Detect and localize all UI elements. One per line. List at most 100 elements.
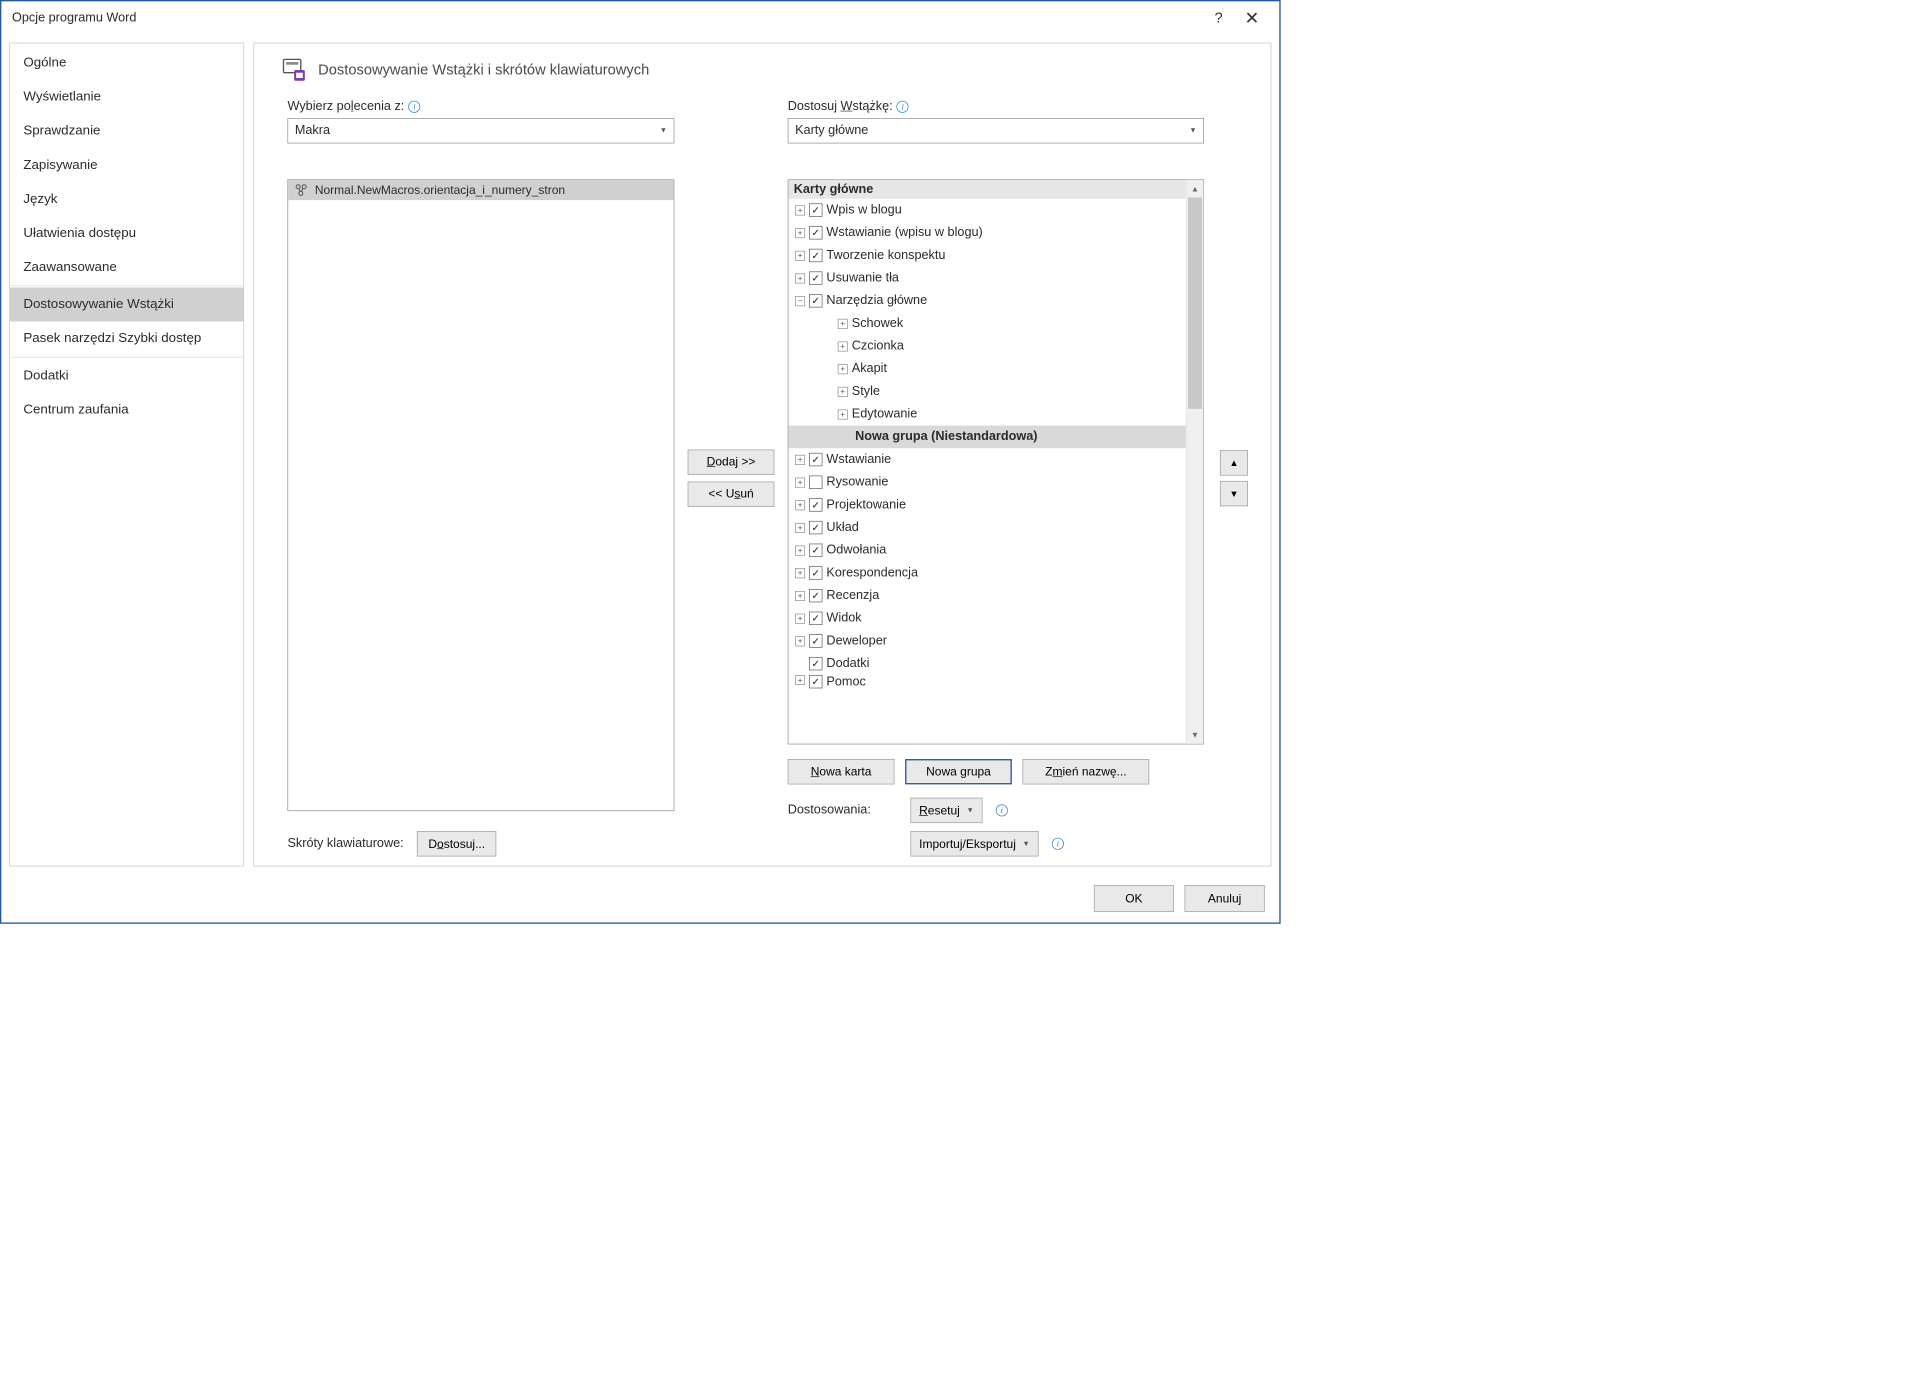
expander-icon[interactable]: + xyxy=(838,387,848,397)
checkbox[interactable]: ✓ xyxy=(809,544,822,557)
sidebar-item[interactable]: Sprawdzanie xyxy=(10,114,243,148)
info-icon[interactable]: i xyxy=(1052,838,1064,850)
checkbox[interactable]: ✓ xyxy=(809,612,822,625)
checkbox[interactable]: ✓ xyxy=(809,589,822,602)
tree-row[interactable]: ✓Dodatki xyxy=(788,652,1186,675)
rename-button[interactable]: Zmień nazwę... xyxy=(1023,759,1150,784)
sidebar-item[interactable]: Ułatwienia dostępu xyxy=(10,216,243,250)
sidebar-item[interactable]: Centrum zaufania xyxy=(10,393,243,427)
cancel-button[interactable]: Anuluj xyxy=(1185,885,1265,912)
tree-row[interactable]: +✓Widok xyxy=(788,607,1186,630)
expander-icon[interactable]: + xyxy=(795,477,805,487)
info-icon[interactable]: i xyxy=(996,804,1008,816)
tree-row[interactable]: +Edytowanie xyxy=(788,403,1186,426)
sidebar-item[interactable]: Język xyxy=(10,182,243,216)
tree-row[interactable]: +✓Pomoc xyxy=(788,675,1186,690)
reset-dropdown-button[interactable]: Resetuj xyxy=(910,798,982,823)
tree-row[interactable]: +✓Wpis w blogu xyxy=(788,199,1186,222)
tree-row[interactable]: +Rysowanie xyxy=(788,471,1186,494)
sidebar-item[interactable]: Dodatki xyxy=(10,359,243,393)
tree-row[interactable]: +✓Wstawianie xyxy=(788,448,1186,471)
checkbox[interactable]: ✓ xyxy=(809,566,822,579)
expander-icon[interactable]: + xyxy=(795,273,805,283)
checkbox[interactable]: ✓ xyxy=(809,521,822,534)
scroll-track[interactable] xyxy=(1187,197,1204,726)
tree-row[interactable]: +✓Korespondencja xyxy=(788,562,1186,585)
add-button[interactable]: Dodaj >> xyxy=(688,449,775,474)
expander-icon[interactable]: + xyxy=(795,613,805,623)
scroll-up-button[interactable]: ▲ xyxy=(1187,180,1204,197)
new-group-button[interactable]: Nowa grupa xyxy=(905,759,1012,784)
checkbox[interactable]: ✓ xyxy=(809,203,822,216)
info-icon[interactable]: i xyxy=(408,101,420,113)
tree-row[interactable]: +✓Odwołania xyxy=(788,539,1186,562)
expander-icon[interactable]: + xyxy=(838,409,848,419)
commands-listbox[interactable]: Normal.NewMacros.orientacja_i_numery_str… xyxy=(287,179,674,811)
sidebar-item[interactable]: Dostosowywanie Wstążki xyxy=(10,287,243,321)
tree-row[interactable]: +Schowek xyxy=(788,312,1186,335)
tree-row[interactable]: + ✓ Układ xyxy=(788,516,1186,539)
ribbon-tree[interactable]: Karty główne+✓Wpis w blogu+✓Wstawianie (… xyxy=(788,180,1186,744)
sidebar-item[interactable]: Wyświetlanie xyxy=(10,80,243,114)
expander-icon[interactable]: + xyxy=(795,500,805,510)
checkbox[interactable]: ✓ xyxy=(809,249,822,262)
expander-icon[interactable]: + xyxy=(795,568,805,578)
remove-button[interactable]: << Usuń xyxy=(688,481,775,506)
scrollbar[interactable]: ▲ ▼ xyxy=(1186,180,1203,744)
tree-row-label: Usuwanie tła xyxy=(826,271,899,286)
expander-icon[interactable]: + xyxy=(795,591,805,601)
checkbox[interactable]: ✓ xyxy=(809,634,822,647)
checkbox[interactable]: ✓ xyxy=(809,498,822,511)
customize-ribbon-dropdown[interactable]: Karty główne xyxy=(788,118,1204,143)
expander-icon[interactable]: + xyxy=(838,318,848,328)
expander-icon[interactable]: + xyxy=(838,341,848,351)
import-export-dropdown-button[interactable]: Importuj/Eksportuj xyxy=(910,831,1038,856)
tree-row[interactable]: Nowa grupa (Niestandardowa) xyxy=(788,426,1186,449)
new-tab-button[interactable]: Nowa karta xyxy=(788,759,895,784)
tree-row-label: Układ xyxy=(826,520,858,535)
scroll-thumb[interactable] xyxy=(1188,197,1202,409)
expander-icon[interactable]: + xyxy=(795,636,805,646)
help-button[interactable]: ? xyxy=(1202,5,1235,32)
move-down-button[interactable]: ▼ xyxy=(1220,481,1248,506)
checkbox[interactable] xyxy=(809,476,822,489)
ok-button[interactable]: OK xyxy=(1094,885,1174,912)
tree-row-label: Czcionka xyxy=(852,339,904,354)
checkbox[interactable]: ✓ xyxy=(809,294,822,307)
expander-icon[interactable]: + xyxy=(795,675,805,685)
tree-row[interactable]: +✓Deweloper xyxy=(788,630,1186,653)
sidebar-item[interactable]: Zaawansowane xyxy=(10,250,243,284)
tree-row[interactable]: +Akapit xyxy=(788,358,1186,381)
tree-row[interactable]: + ✓ Usuwanie tła xyxy=(788,267,1186,290)
info-icon[interactable]: i xyxy=(897,101,909,113)
checkbox[interactable]: ✓ xyxy=(809,271,822,284)
move-up-button[interactable]: ▲ xyxy=(1220,450,1248,475)
expander-icon[interactable]: + xyxy=(838,364,848,374)
scroll-down-button[interactable]: ▼ xyxy=(1187,726,1204,743)
command-item[interactable]: Normal.NewMacros.orientacja_i_numery_str… xyxy=(288,180,674,200)
checkbox[interactable]: ✓ xyxy=(809,453,822,466)
close-button[interactable]: ✕ xyxy=(1235,5,1268,32)
expander-icon[interactable]: + xyxy=(795,455,805,465)
tree-row[interactable]: +✓Wstawianie (wpisu w blogu) xyxy=(788,221,1186,244)
tree-row[interactable]: +✓Projektowanie xyxy=(788,494,1186,517)
checkbox[interactable]: ✓ xyxy=(809,657,822,670)
expander-icon[interactable]: − xyxy=(795,296,805,306)
sidebar-item[interactable]: Ogólne xyxy=(10,46,243,80)
tree-row[interactable]: +Style xyxy=(788,380,1186,403)
expander-icon[interactable]: + xyxy=(795,228,805,238)
checkbox[interactable]: ✓ xyxy=(809,675,822,688)
expander-icon[interactable]: + xyxy=(795,250,805,260)
tree-row[interactable]: −✓Narzędzia główne xyxy=(788,289,1186,312)
tree-row[interactable]: + Czcionka xyxy=(788,335,1186,358)
expander-icon[interactable]: + xyxy=(795,545,805,555)
expander-icon[interactable]: + xyxy=(795,205,805,215)
checkbox[interactable]: ✓ xyxy=(809,226,822,239)
expander-icon[interactable]: + xyxy=(795,523,805,533)
tree-row[interactable]: +✓Tworzenie konspektu xyxy=(788,244,1186,267)
choose-commands-dropdown[interactable]: Makra xyxy=(287,118,674,143)
customize-shortcuts-button[interactable]: Dostosuj... xyxy=(417,831,496,856)
sidebar-item[interactable]: Zapisywanie xyxy=(10,148,243,182)
tree-row[interactable]: +✓Recenzja xyxy=(788,584,1186,607)
sidebar-item[interactable]: Pasek narzędzi Szybki dostęp xyxy=(10,321,243,355)
